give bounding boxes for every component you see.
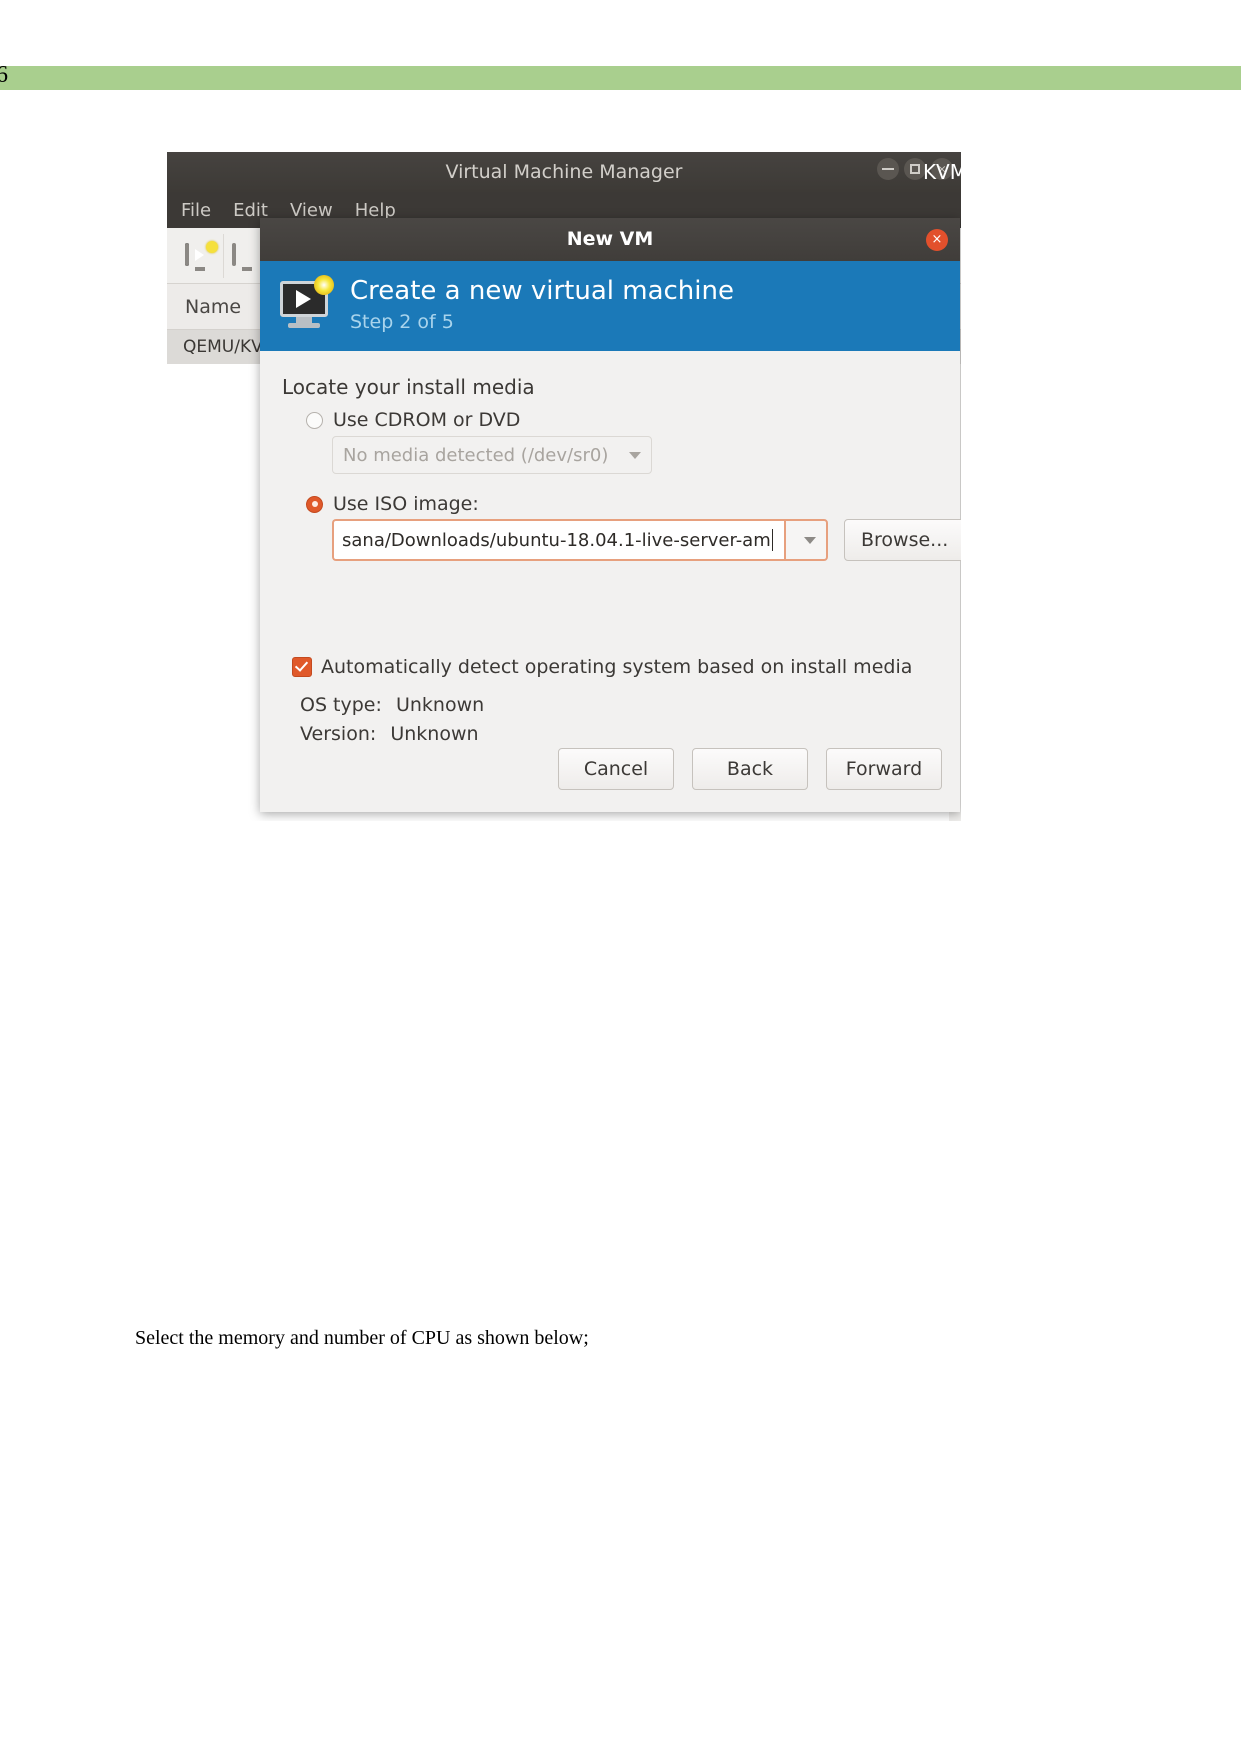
checkbox-autodetect-os[interactable] bbox=[292, 657, 312, 677]
dialog-banner: Create a new virtual machine Step 2 of 5 bbox=[260, 261, 960, 351]
chevron-down-icon bbox=[629, 451, 641, 459]
dialog-heading: Create a new virtual machine bbox=[350, 276, 734, 306]
chevron-down-icon bbox=[804, 536, 816, 544]
dialog-button-bar: Cancel Back Forward bbox=[558, 748, 942, 790]
iso-path-input[interactable]: sana/Downloads/ubuntu-18.04.1-live-serve… bbox=[332, 519, 784, 561]
cdrom-radio-row[interactable]: Use CDROM or DVD bbox=[306, 409, 520, 431]
iso-path-dropdown-button[interactable] bbox=[784, 519, 828, 561]
iso-radio-row[interactable]: Use ISO image: bbox=[306, 493, 479, 515]
dialog-title: New VM bbox=[566, 228, 654, 250]
browse-button[interactable]: Browse... bbox=[844, 519, 961, 561]
vmm-titlebar: Virtual Machine Manager × KVM bbox=[167, 152, 961, 192]
minimize-icon[interactable] bbox=[877, 158, 899, 180]
vmm-window-title: Virtual Machine Manager bbox=[445, 161, 683, 183]
page-number: 6 bbox=[0, 62, 8, 88]
back-button[interactable]: Back bbox=[692, 748, 808, 790]
iso-path-value: sana/Downloads/ubuntu-18.04.1-live-serve… bbox=[342, 529, 771, 551]
install-media-section-label: Locate your install media bbox=[282, 375, 535, 399]
dialog-titlebar: New VM × bbox=[260, 218, 960, 261]
new-vm-icon bbox=[185, 240, 218, 271]
iso-label: Use ISO image: bbox=[333, 493, 479, 515]
os-type-row: OS type: Unknown bbox=[300, 694, 484, 716]
cdrom-label: Use CDROM or DVD bbox=[333, 409, 521, 431]
cdrom-device-value: No media detected (/dev/sr0) bbox=[343, 444, 609, 466]
radio-use-cdrom[interactable] bbox=[306, 411, 323, 429]
new-vm-button[interactable] bbox=[177, 233, 224, 278]
new-vm-icon bbox=[278, 275, 334, 331]
iso-path-row: sana/Downloads/ubuntu-18.04.1-live-serve… bbox=[332, 519, 961, 561]
figure-caption: Select the memory and number of CPU as s… bbox=[135, 1327, 589, 1349]
column-header-name: Name bbox=[185, 295, 242, 318]
dialog-step-indicator: Step 2 of 5 bbox=[350, 311, 454, 333]
dialog-content: Locate your install media Use CDROM or D… bbox=[260, 351, 961, 812]
screenshot-figure: Virtual Machine Manager × KVM File Edit … bbox=[167, 152, 961, 821]
autodetect-label: Automatically detect operating system ba… bbox=[321, 656, 913, 678]
menu-item-file[interactable]: File bbox=[181, 200, 211, 221]
version-key: Version: bbox=[300, 723, 377, 745]
os-type-key: OS type: bbox=[300, 694, 382, 716]
cancel-button[interactable]: Cancel bbox=[558, 748, 674, 790]
forward-button[interactable]: Forward bbox=[826, 748, 942, 790]
autodetect-os-row[interactable]: Automatically detect operating system ba… bbox=[292, 656, 912, 678]
page-header-band bbox=[0, 66, 1241, 90]
version-value: Unknown bbox=[390, 723, 479, 745]
text-cursor bbox=[771, 529, 773, 551]
connection-label: KVM bbox=[922, 160, 961, 184]
radio-use-iso[interactable] bbox=[306, 495, 323, 513]
open-vm-icon bbox=[232, 242, 262, 271]
cdrom-device-select[interactable]: No media detected (/dev/sr0) bbox=[332, 436, 652, 474]
new-vm-dialog: New VM × Create a new virtual machine St… bbox=[260, 218, 961, 812]
close-icon[interactable]: × bbox=[926, 229, 948, 251]
version-row: Version: Unknown bbox=[300, 723, 479, 745]
os-type-value: Unknown bbox=[395, 694, 485, 716]
